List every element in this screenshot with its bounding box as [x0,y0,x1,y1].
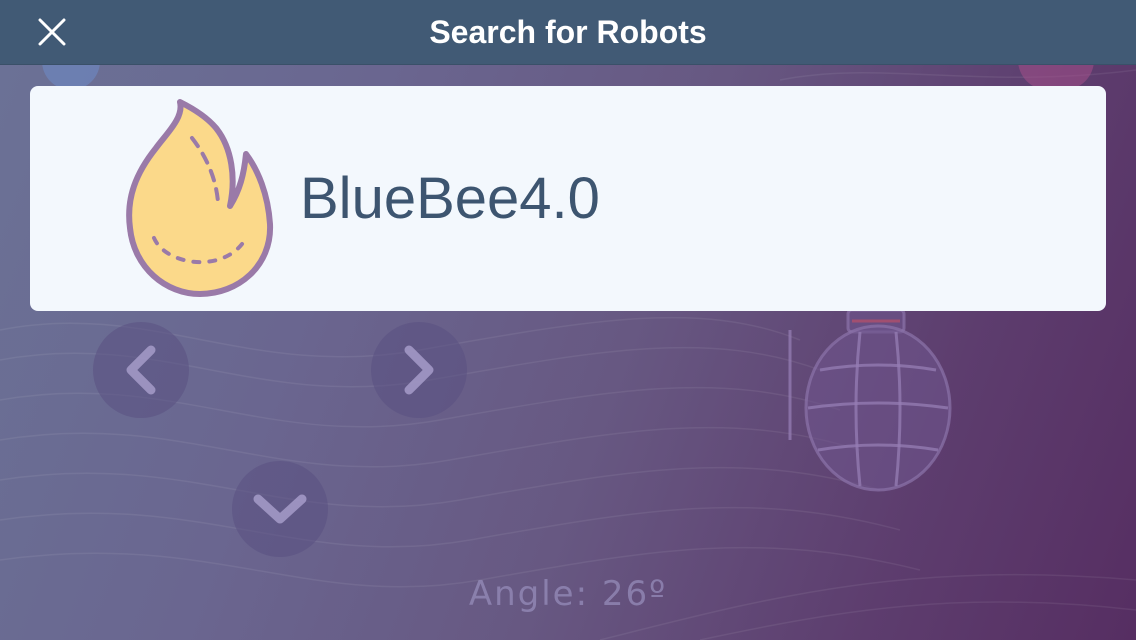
chevron-left-icon [126,345,156,395]
app-screen: Angle: 26º Search for Robots BlueBee4.0 [0,0,1136,640]
page-title: Search for Robots [429,14,707,50]
close-button[interactable] [30,12,74,52]
background-down-button [232,461,328,557]
grenade-icon [788,290,952,492]
chevron-down-icon [253,494,307,524]
navigation-bar: Search for Robots [0,0,1136,65]
background-right-button [371,322,467,418]
robot-name: BlueBee4.0 [300,166,600,231]
flame-icon [126,99,274,297]
background-left-button [93,322,189,418]
chevron-right-icon [404,345,434,395]
angle-readout: Angle: 26º [468,574,668,614]
robot-list-item[interactable]: BlueBee4.0 [30,86,1106,311]
close-icon [38,18,66,46]
